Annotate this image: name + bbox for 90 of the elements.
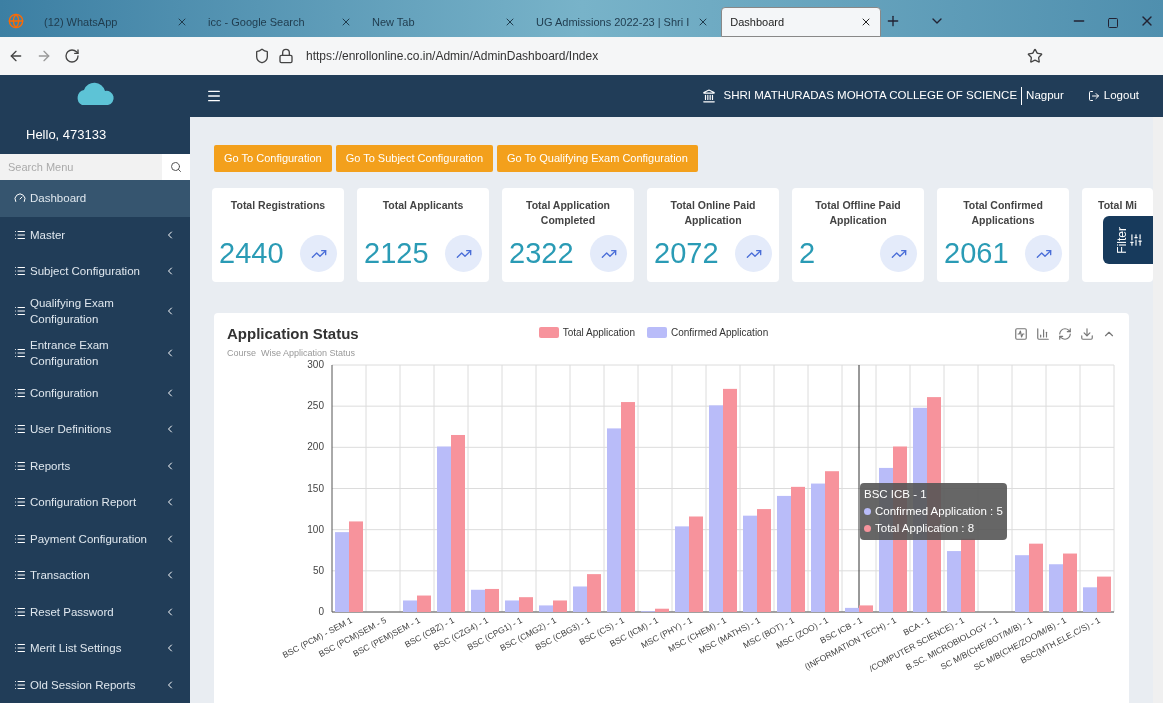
- bar[interactable]: [587, 573, 601, 612]
- stat-value: 2061: [944, 236, 1010, 271]
- axis-tick-label: 200: [307, 440, 324, 452]
- stat-title: Total Mi: [1098, 198, 1137, 213]
- bookmark-star-icon[interactable]: [1027, 48, 1043, 64]
- address-bar-url[interactable]: https://enrollonline.co.in/Admin/AdminDashboard/Index: [306, 47, 1015, 65]
- chart-subtitle: Course Wise Application Status: [227, 347, 356, 359]
- legend-label[interactable]: Total Application: [562, 325, 635, 340]
- list-icon: [14, 605, 26, 618]
- stat-title: Total Applicants: [382, 198, 464, 213]
- list-icon: [14, 459, 26, 472]
- stat-title: Total Registrations: [230, 198, 326, 213]
- list-icon: [14, 496, 26, 509]
- tooltip-text: Confirmed Application : 5: [875, 503, 1003, 519]
- list-icon: [14, 532, 26, 545]
- sidebar-menu-item[interactable]: Reset Password: [0, 593, 190, 630]
- back-icon[interactable]: [8, 48, 24, 64]
- logout-button[interactable]: Logout: [1087, 87, 1139, 105]
- institution-icon: [701, 89, 716, 103]
- stat-value: 2322: [509, 236, 575, 271]
- stat-value: 2: [799, 236, 817, 271]
- stat-value: 2125: [364, 236, 430, 271]
- sidebar-menu-item[interactable]: Qualifying Exam Configuration: [0, 289, 190, 333]
- dashboard-gauge-icon: [14, 192, 26, 205]
- sidebar-menu-item[interactable]: Configuration Report: [0, 484, 190, 521]
- axis-tick-label: 150: [307, 482, 324, 493]
- city-name: Nagpur: [1026, 88, 1064, 104]
- refresh-icon[interactable]: [1058, 327, 1072, 341]
- bar[interactable]: [519, 596, 533, 612]
- list-icon: [14, 678, 26, 691]
- sidebar-menu-item[interactable]: Dashboard: [0, 180, 190, 217]
- list-icon: [14, 569, 26, 582]
- list-icon: [14, 642, 26, 655]
- maximize-icon[interactable]: [1107, 17, 1119, 29]
- search-icon[interactable]: [170, 161, 182, 174]
- sidebar-menu-item[interactable]: Reports: [0, 447, 190, 484]
- list-icon: [14, 386, 26, 399]
- axis-tick-label: 250: [307, 399, 324, 411]
- list-icon: [14, 423, 26, 436]
- legend-swatch[interactable]: [646, 327, 667, 338]
- bar[interactable]: [961, 538, 975, 612]
- stat-value: 2072: [654, 236, 720, 271]
- sidebar-menu-item[interactable]: Master: [0, 216, 190, 254]
- forward-icon[interactable]: [36, 48, 52, 64]
- sidebar-menu-item[interactable]: Subject Configuration: [0, 253, 190, 290]
- browser-tab[interactable]: UG Admissions 2022-23 | Shri I: [528, 7, 718, 37]
- sidebar-menu-item[interactable]: Transaction: [0, 557, 190, 594]
- chart-title: Application Status: [227, 324, 359, 344]
- sliders-icon: [1129, 233, 1143, 247]
- bar[interactable]: [485, 588, 499, 612]
- axis-tick-label: 0: [318, 605, 324, 617]
- list-icon: [14, 304, 26, 317]
- logout-icon: [1087, 90, 1100, 102]
- list-icon: [14, 347, 26, 360]
- sidebar-menu-item[interactable]: Payment Configuration: [0, 520, 190, 557]
- college-name: SHRI MATHURADAS MOHOTA COLLEGE OF SCIENCE: [723, 87, 1023, 105]
- bar[interactable]: [553, 599, 567, 612]
- sidebar-menu-item[interactable]: Old Session Reports: [0, 666, 190, 703]
- browser-tab[interactable]: New Tab: [364, 7, 524, 37]
- stat-title: Total Confirmed Applications: [962, 198, 1044, 228]
- bar[interactable]: [859, 604, 873, 612]
- lock-icon: [278, 48, 294, 64]
- stat-title: Total Application Completed: [525, 198, 611, 228]
- menu-icon[interactable]: [206, 88, 222, 104]
- sidebar-menu-item[interactable]: User Definitions: [0, 411, 190, 448]
- bar-chart-icon[interactable]: [1036, 327, 1050, 341]
- greeting: Hello, 473133: [25, 125, 108, 144]
- axis-tick-label: 300: [307, 358, 324, 370]
- list-icon: [14, 228, 26, 241]
- shield-icon: [254, 48, 270, 64]
- axis-tick-label: 50: [312, 564, 324, 576]
- tooltip-title: BSC ICB - 1: [864, 486, 928, 502]
- filter-button[interactable]: Filter: [1103, 216, 1153, 264]
- legend-label[interactable]: Confirmed Application: [670, 325, 769, 340]
- line-chart-icon[interactable]: [1014, 327, 1028, 341]
- stat-value: 2440: [219, 236, 285, 271]
- browser-tab[interactable]: icc - Google Search: [200, 7, 360, 37]
- download-icon[interactable]: [1080, 327, 1094, 341]
- browser-tab[interactable]: Dashboard: [721, 7, 882, 37]
- reload-icon[interactable]: [64, 48, 80, 64]
- sidebar-menu-item[interactable]: Merit List Settings: [0, 630, 190, 667]
- axis-tick-label: 100: [307, 523, 324, 535]
- sidebar-menu-item[interactable]: Configuration: [0, 374, 190, 411]
- sidebar-menu-item[interactable]: Entrance Exam Configuration: [0, 332, 190, 375]
- stat-title: Total Online Paid Application: [669, 198, 757, 228]
- stat-title: Total Offline Paid Application: [814, 198, 902, 228]
- list-icon: [14, 265, 26, 278]
- tooltip-text: Total Application : 8: [875, 520, 975, 536]
- browser-logo-icon: [8, 13, 24, 29]
- legend-swatch[interactable]: [538, 327, 559, 338]
